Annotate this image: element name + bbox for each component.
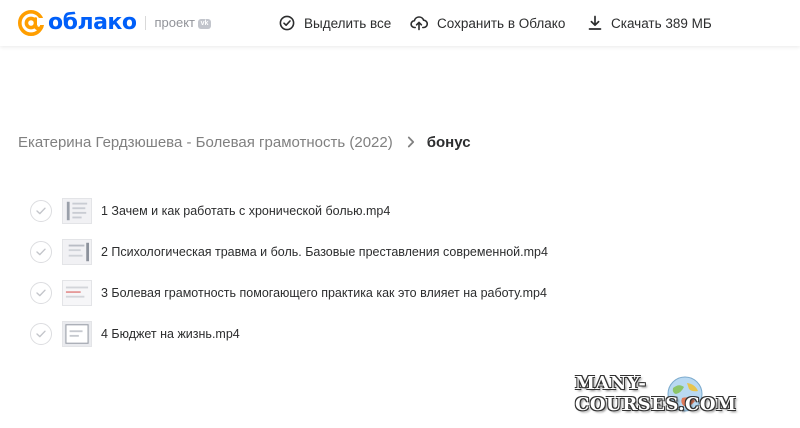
select-all-button[interactable]: Выделить все	[279, 13, 391, 33]
select-all-label: Выделить все	[304, 15, 392, 31]
file-row[interactable]: 4 Бюджет на жизнь.mp4	[28, 313, 628, 354]
check-circle-icon	[279, 15, 295, 31]
download-icon	[588, 15, 602, 30]
row-select-checkbox[interactable]	[30, 322, 52, 345]
video-thumbnail	[62, 320, 92, 347]
watermark: MANY-COURSES.COM	[575, 372, 787, 416]
download-button[interactable]: Скачать 389 МБ	[588, 13, 712, 33]
cloud-upload-icon	[410, 16, 428, 31]
file-name[interactable]: 3 Болевая грамотность помогающего практи…	[101, 286, 547, 300]
save-to-cloud-label: Сохранить в Облако	[437, 15, 566, 31]
chevron-right-icon	[407, 136, 414, 148]
check-icon	[36, 207, 46, 214]
breadcrumb-current-folder: бонус	[426, 133, 471, 151]
row-select-checkbox[interactable]	[30, 240, 52, 263]
video-thumbnail	[62, 279, 92, 306]
save-to-cloud-button[interactable]: Сохранить в Облако	[410, 13, 565, 33]
breadcrumb: Екатерина Гердзюшева - Болевая грамотнос…	[18, 131, 471, 153]
vk-badge-icon: vk	[198, 19, 212, 29]
file-list: 1 Зачем и как работать с хронической бол…	[28, 190, 628, 354]
brand-name: облако	[48, 10, 137, 35]
brand-suffix: проект	[154, 15, 196, 30]
file-name[interactable]: 2 Психологическая травма и боль. Базовые…	[101, 245, 548, 259]
brand-logo[interactable]: облако проект vk	[17, 8, 212, 38]
brand-divider	[145, 16, 147, 30]
breadcrumb-parent-folder[interactable]: Екатерина Гердзюшева - Болевая грамотнос…	[18, 134, 393, 151]
file-name[interactable]: 4 Бюджет на жизнь.mp4	[101, 327, 240, 341]
download-label: Скачать 389 МБ	[611, 15, 712, 31]
at-sign-logo-icon	[18, 10, 45, 36]
file-row[interactable]: 3 Болевая грамотность помогающего практи…	[28, 272, 628, 313]
check-icon	[36, 248, 46, 255]
video-thumbnail	[62, 197, 92, 224]
row-select-checkbox[interactable]	[30, 281, 52, 304]
top-bar: облако проект vk Выделить все Сохранить …	[0, 0, 800, 46]
file-row[interactable]: 1 Зачем и как работать с хронической бол…	[28, 190, 628, 231]
video-thumbnail	[62, 238, 92, 265]
check-icon	[36, 330, 46, 337]
file-row[interactable]: 2 Психологическая травма и боль. Базовые…	[28, 231, 628, 272]
row-select-checkbox[interactable]	[30, 199, 52, 222]
file-name[interactable]: 1 Зачем и как работать с хронической бол…	[101, 204, 390, 218]
watermark-text: MANY-COURSES.COM	[575, 373, 737, 415]
check-icon	[36, 289, 46, 296]
